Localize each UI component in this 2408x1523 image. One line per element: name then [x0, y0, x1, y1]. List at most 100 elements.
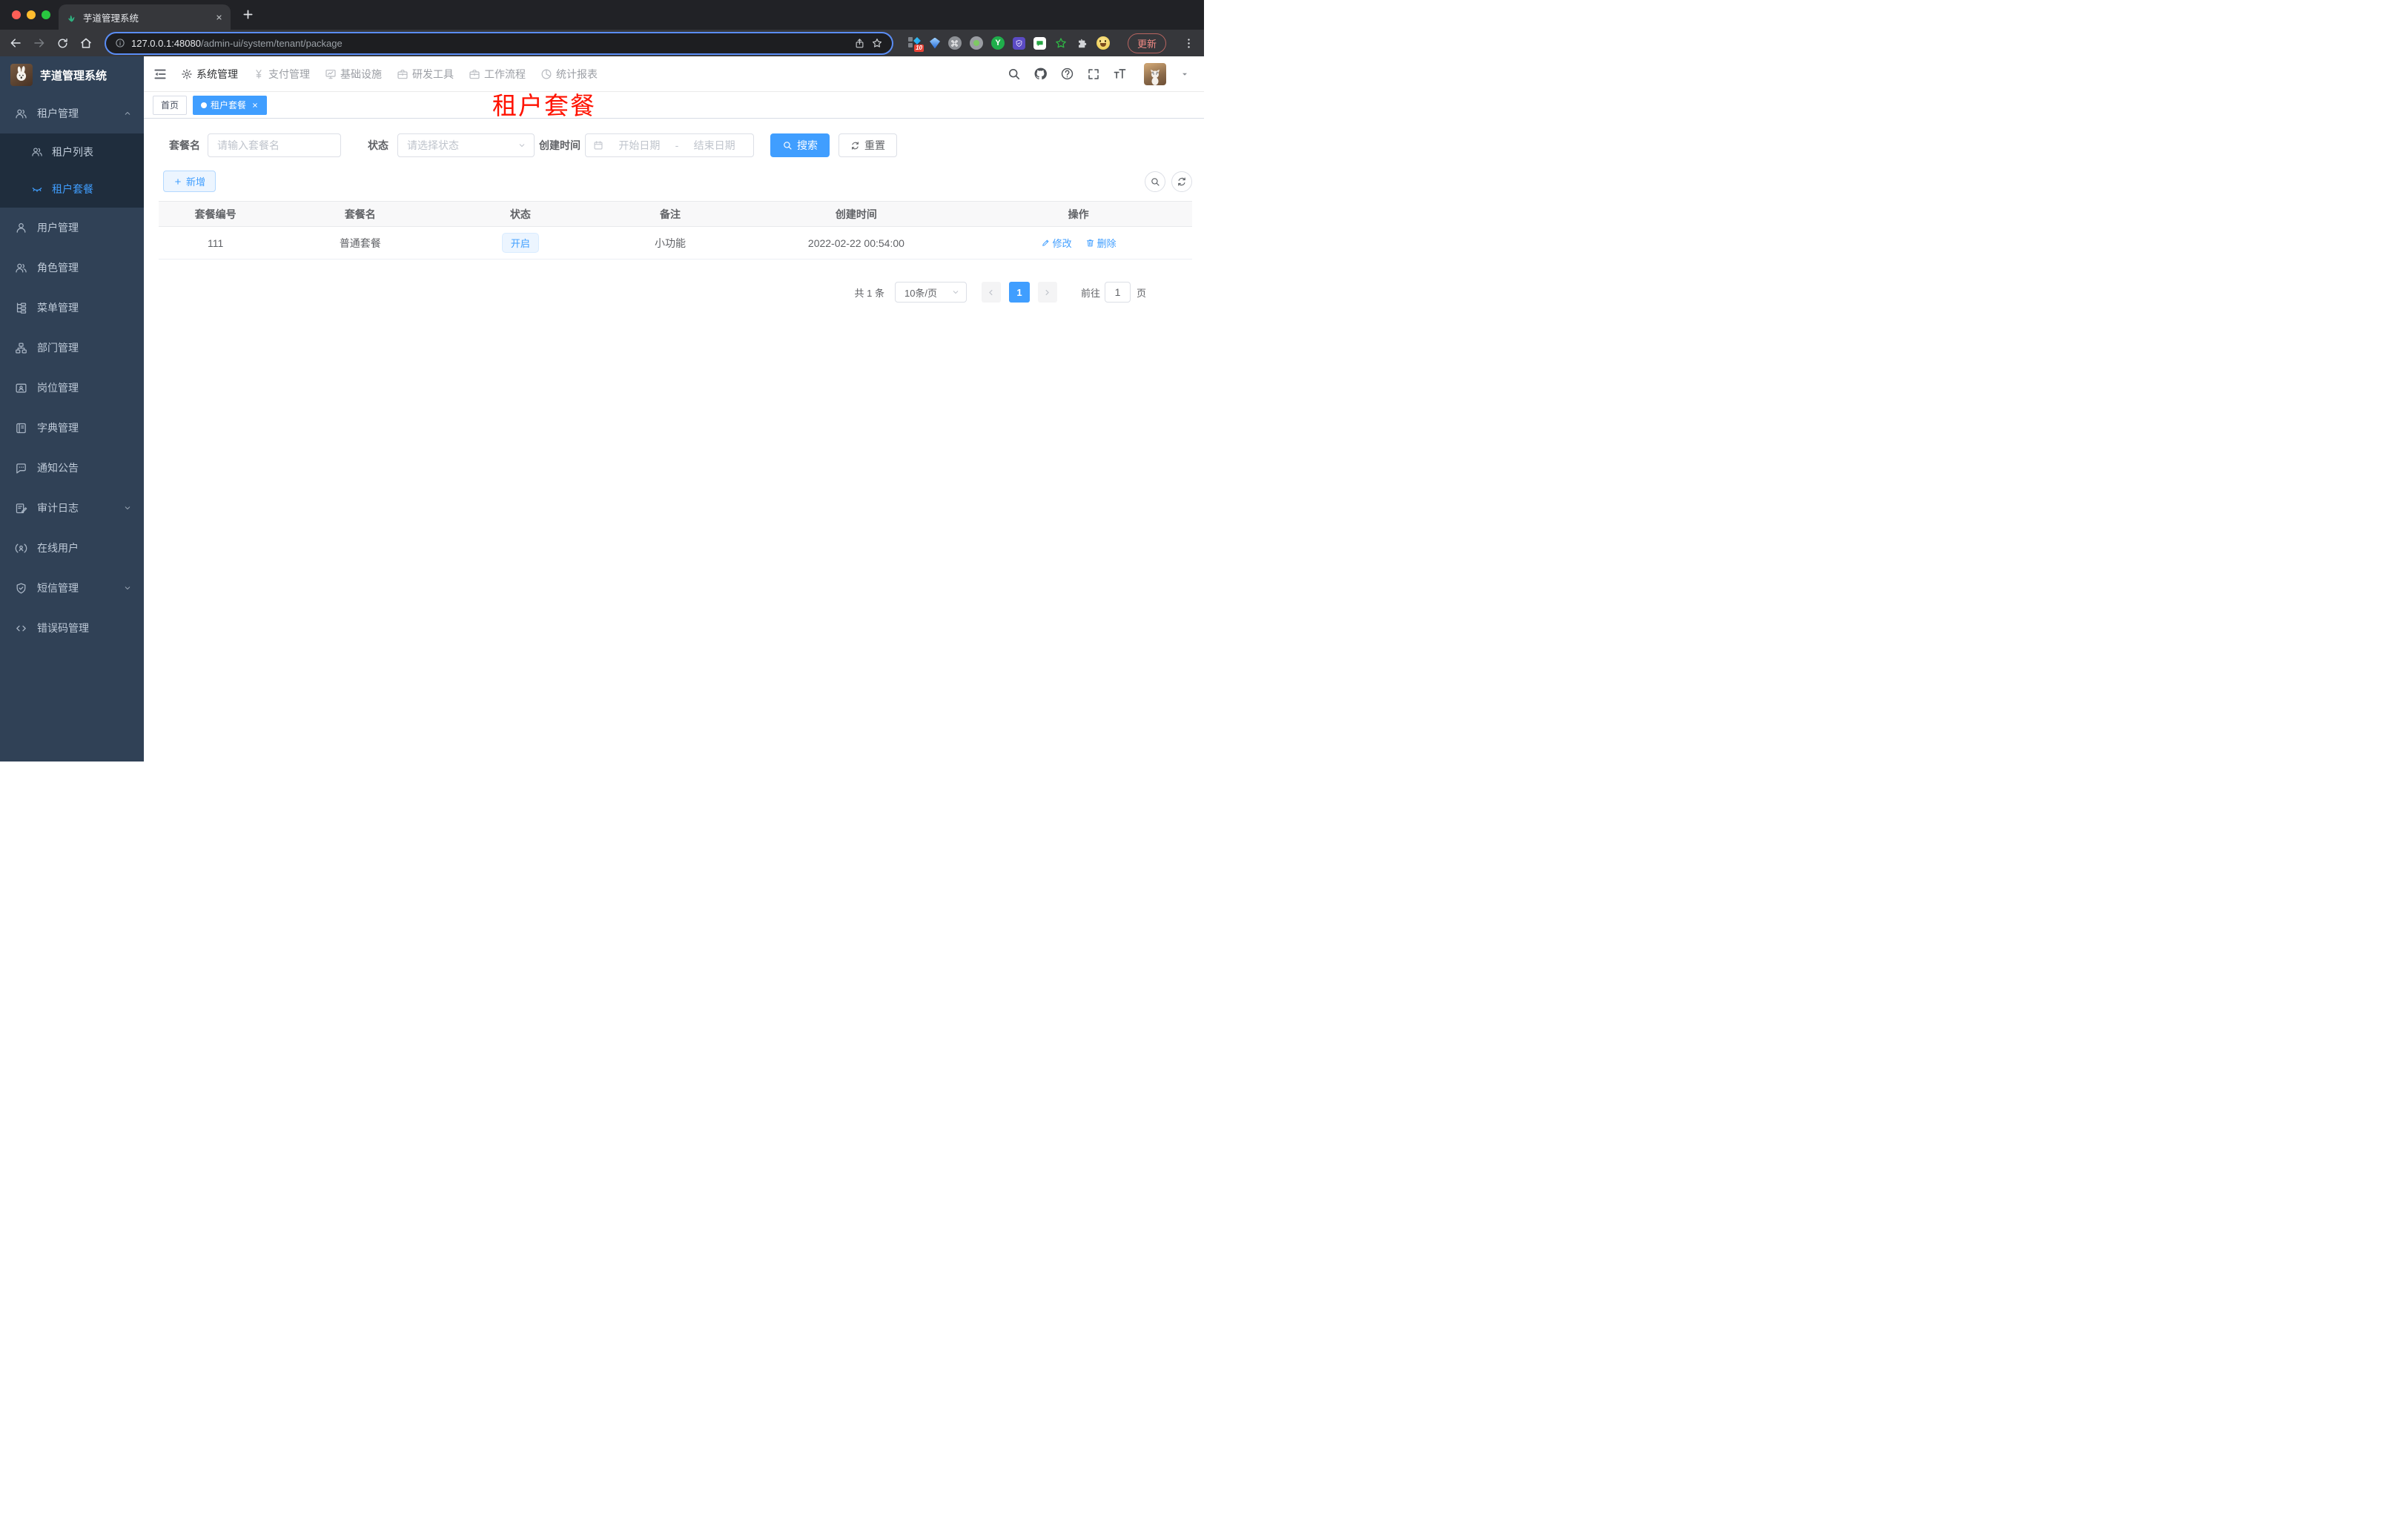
- extension-star-icon[interactable]: [1054, 36, 1068, 50]
- sidebar-item-label: 租户套餐: [52, 183, 93, 195]
- topnav-system[interactable]: 系统管理: [173, 56, 245, 92]
- sidebar-item-online-users[interactable]: 在线用户: [0, 528, 144, 568]
- sidebar-logo-row: 芋道管理系统: [0, 56, 144, 93]
- gear-icon: [181, 68, 193, 80]
- browser-tab[interactable]: 芋道管理系统: [59, 4, 231, 30]
- add-button[interactable]: 新增: [163, 171, 216, 192]
- browser-update-button[interactable]: 更新: [1127, 33, 1166, 53]
- column-header-actions: 操作: [965, 201, 1192, 227]
- table-tools: [1145, 171, 1192, 192]
- table-row: 111 普通套餐 开启 小功能 2022-02-22 00:54:00 修改 删…: [159, 226, 1192, 260]
- zoom-window-button[interactable]: [42, 10, 50, 19]
- column-header-status: 状态: [448, 201, 593, 227]
- minimize-window-button[interactable]: [27, 10, 36, 19]
- chevron-down-icon: [123, 503, 132, 512]
- forward-button[interactable]: [33, 36, 46, 50]
- bookmark-star-icon[interactable]: [871, 37, 883, 49]
- url-path: /admin-ui/system/tenant/package: [200, 37, 343, 49]
- sidebar-item-error-codes[interactable]: 错误码管理: [0, 608, 144, 648]
- page-number-button[interactable]: 1: [1008, 282, 1030, 303]
- tag-home[interactable]: 首页: [153, 95, 188, 115]
- next-page-button[interactable]: [1037, 282, 1057, 303]
- search-icon: [782, 140, 793, 151]
- prev-page-button[interactable]: [981, 282, 1001, 303]
- extension-command-icon[interactable]: [947, 36, 962, 50]
- sidebar-item-menus[interactable]: 菜单管理: [0, 288, 144, 328]
- tree-icon: [15, 302, 27, 314]
- new-tab-button[interactable]: [241, 7, 255, 22]
- logo-image: [10, 64, 33, 86]
- site-info-icon[interactable]: [115, 38, 125, 48]
- extension-recorder-icon[interactable]: [969, 36, 983, 50]
- sidebar-item-posts[interactable]: 岗位管理: [0, 368, 144, 408]
- topnav-payment[interactable]: 支付管理: [245, 56, 317, 92]
- hamburger-icon[interactable]: [153, 67, 168, 82]
- chat-icon: [15, 462, 27, 475]
- page-size-select[interactable]: 10条/页: [894, 282, 967, 303]
- tag-tenant-package[interactable]: 租户套餐: [193, 95, 268, 115]
- sidebar-item-departments[interactable]: 部门管理: [0, 328, 144, 368]
- back-button[interactable]: [9, 36, 22, 50]
- reset-button[interactable]: 重置: [838, 133, 897, 157]
- topnav-workflow[interactable]: 工作流程: [461, 56, 533, 92]
- github-icon[interactable]: [1033, 67, 1048, 81]
- chevron-left-icon: [986, 288, 996, 297]
- extension-tabs-icon[interactable]: 10: [907, 36, 924, 52]
- sidebar-item-label: 错误码管理: [37, 622, 89, 634]
- address-bar[interactable]: 127.0.0.1:48080/admin-ui/system/tenant/p…: [106, 33, 892, 53]
- extensions-puzzle-icon[interactable]: [1076, 37, 1088, 50]
- chevron-down-icon[interactable]: [1180, 70, 1189, 79]
- url-host: 127.0.0.1:48080: [131, 37, 201, 49]
- table-refresh-button[interactable]: [1171, 171, 1192, 192]
- browser-window: 芋道管理系统 127.0.0.1:48080/admin-ui/system/t…: [0, 0, 1204, 762]
- pencil-icon: [1041, 238, 1051, 248]
- sidebar-item-roles[interactable]: 角色管理: [0, 248, 144, 288]
- home-button[interactable]: [79, 36, 93, 50]
- goto-page-input[interactable]: [1104, 282, 1131, 303]
- browser-toolbar: 127.0.0.1:48080/admin-ui/system/tenant/p…: [0, 30, 1204, 56]
- sidebar-item-dictionary[interactable]: 字典管理: [0, 408, 144, 448]
- extension-chat-icon[interactable]: [1033, 36, 1046, 50]
- extension-y-icon[interactable]: Y: [990, 36, 1005, 50]
- share-icon[interactable]: [854, 38, 865, 49]
- delete-link[interactable]: 删除: [1085, 236, 1117, 250]
- people-icon: [15, 262, 27, 274]
- table-search-button[interactable]: [1145, 171, 1165, 192]
- column-header-remark: 备注: [592, 201, 748, 227]
- badge-icon: [15, 382, 27, 394]
- close-window-button[interactable]: [12, 10, 21, 19]
- sidebar-item-sms[interactable]: 短信管理: [0, 568, 144, 608]
- sidebar: 芋道管理系统 租户管理 租户列表 租户套餐 用户管理 角色管理 菜单管理 部门管…: [0, 56, 144, 762]
- search-button[interactable]: 搜索: [770, 133, 830, 157]
- cell-package-id: 111: [159, 226, 273, 260]
- status-select[interactable]: 请选择状态: [397, 133, 535, 157]
- extension-shield-icon[interactable]: [1012, 36, 1025, 50]
- browser-menu-icon[interactable]: [1182, 37, 1195, 50]
- table-toolbar: 新增: [163, 171, 1192, 192]
- help-icon[interactable]: [1060, 67, 1074, 81]
- extension-gem-icon[interactable]: [929, 37, 940, 49]
- font-size-icon[interactable]: [1113, 67, 1127, 81]
- topnav-dev-tools[interactable]: 研发工具: [389, 56, 461, 92]
- tab-close-icon[interactable]: [215, 13, 223, 22]
- date-range-picker[interactable]: 开始日期 - 结束日期: [585, 133, 754, 157]
- sidebar-item-tenant-list[interactable]: 租户列表: [0, 133, 144, 171]
- reload-button[interactable]: [56, 37, 69, 50]
- sidebar-item-notices[interactable]: 通知公告: [0, 448, 144, 488]
- pagination: 共 1 条 10条/页 1 前往 页: [159, 282, 1192, 303]
- topnav-infrastructure[interactable]: 基础设施: [317, 56, 389, 92]
- edit-link[interactable]: 修改: [1041, 236, 1072, 250]
- sidebar-item-tenant-package[interactable]: 租户套餐: [0, 171, 144, 208]
- package-name-input[interactable]: [208, 133, 341, 157]
- fullscreen-icon[interactable]: [1087, 67, 1100, 81]
- sidebar-item-tenant-group[interactable]: 租户管理: [0, 93, 144, 133]
- topnav-reports[interactable]: 统计报表: [533, 56, 605, 92]
- tag-close-icon[interactable]: [251, 102, 259, 109]
- search-icon[interactable]: [1007, 67, 1021, 81]
- cell-created-at: 2022-02-22 00:54:00: [747, 226, 965, 260]
- avatar[interactable]: [1144, 62, 1166, 85]
- sidebar-item-audit-logs[interactable]: 审计日志: [0, 488, 144, 528]
- sidebar-item-users[interactable]: 用户管理: [0, 208, 144, 248]
- extension-emoji-icon[interactable]: [1096, 36, 1110, 50]
- topnav-label: 系统管理: [196, 67, 238, 80]
